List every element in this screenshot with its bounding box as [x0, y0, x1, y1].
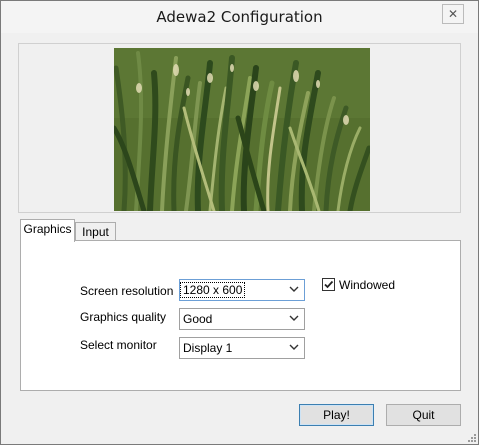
- select-monitor-label: Select monitor: [80, 338, 157, 352]
- quit-button[interactable]: Quit: [386, 404, 461, 426]
- screen-resolution-value: 1280 x 600: [179, 282, 246, 298]
- checkbox-box[interactable]: [322, 278, 335, 291]
- resize-grip-icon[interactable]: [467, 433, 477, 443]
- select-monitor-select[interactable]: Display 1: [179, 337, 305, 359]
- grass-illustration: [114, 48, 370, 211]
- title-bar[interactable]: Adewa2 Configuration ✕: [1, 1, 478, 33]
- close-icon: ✕: [447, 7, 459, 21]
- play-button[interactable]: Play!: [299, 404, 374, 426]
- screen-resolution-label: Screen resolution: [80, 284, 174, 298]
- graphics-tab-panel: Screen resolution 1280 x 600 Windowed Gr…: [20, 240, 461, 391]
- tab-graphics[interactable]: Graphics: [20, 219, 75, 242]
- window-title: Adewa2 Configuration: [156, 8, 323, 26]
- checkmark-icon: [324, 280, 334, 289]
- chevron-down-icon: [289, 286, 299, 292]
- select-monitor-value: Display 1: [183, 341, 233, 355]
- windowed-label: Windowed: [339, 278, 396, 292]
- preview-panel: [18, 43, 461, 213]
- grass-preview-image: [114, 48, 370, 211]
- chevron-down-icon: [289, 344, 299, 350]
- chevron-down-icon: [289, 315, 299, 321]
- close-button[interactable]: ✕: [442, 4, 464, 24]
- graphics-quality-label: Graphics quality: [80, 310, 167, 324]
- tab-input[interactable]: Input: [75, 222, 116, 241]
- graphics-quality-value: Good: [183, 312, 213, 326]
- screen-resolution-select[interactable]: 1280 x 600: [179, 279, 305, 301]
- config-window: Adewa2 Configuration ✕ Graphics Input Sc…: [0, 0, 479, 445]
- graphics-quality-select[interactable]: Good: [179, 308, 305, 330]
